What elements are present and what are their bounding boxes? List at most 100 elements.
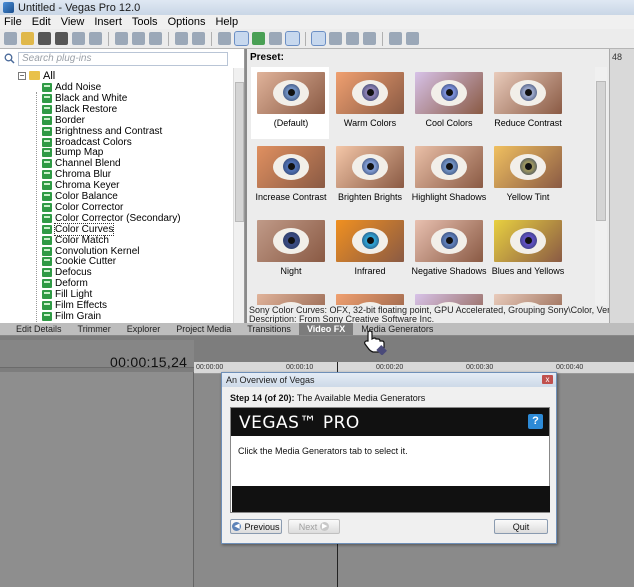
video-fx-icon bbox=[42, 115, 52, 125]
plugin-item[interactable]: Brightness and Contrast bbox=[42, 126, 162, 137]
plugin-item[interactable]: Color Balance bbox=[42, 191, 118, 202]
next-button[interactable]: Next ▶ bbox=[288, 519, 340, 534]
track-list[interactable] bbox=[0, 372, 194, 587]
save-as-icon[interactable] bbox=[55, 32, 68, 45]
help-icon[interactable]: ? bbox=[528, 414, 543, 429]
preset-tile[interactable]: Reduce Contrast bbox=[488, 67, 566, 139]
plugin-item[interactable]: Convolution Kernel bbox=[42, 246, 140, 257]
previous-button-label: Previous bbox=[244, 521, 280, 532]
preset-tile[interactable] bbox=[251, 289, 329, 305]
iris-image bbox=[441, 84, 458, 101]
preset-tile[interactable]: Cool Colors bbox=[409, 67, 487, 139]
plugin-item[interactable]: Color Corrector bbox=[42, 202, 123, 213]
scrollbar-thumb[interactable] bbox=[235, 82, 244, 222]
plugin-item[interactable]: Cookie Cutter bbox=[42, 256, 116, 267]
preset-tile[interactable]: Infrared bbox=[330, 215, 408, 287]
new-project-icon[interactable] bbox=[4, 32, 17, 45]
menu-edit[interactable]: Edit bbox=[32, 16, 51, 28]
plugin-item[interactable]: Bump Map bbox=[42, 147, 103, 158]
preset-scrollbar[interactable] bbox=[595, 67, 607, 305]
whats-this-help-icon[interactable] bbox=[406, 32, 419, 45]
tab-explorer[interactable]: Explorer bbox=[119, 323, 169, 335]
preset-grid: (Default) Warm Colors Cool Colors Reduce Co… bbox=[247, 67, 595, 305]
undo-icon[interactable] bbox=[175, 32, 188, 45]
paste-icon[interactable] bbox=[149, 32, 162, 45]
preset-tile[interactable]: Highlight Shadows bbox=[409, 141, 487, 213]
envelope-tool-icon[interactable] bbox=[329, 32, 342, 45]
video-fx-icon bbox=[42, 224, 52, 234]
title-bar: Untitled - Vegas Pro 12.0 bbox=[0, 0, 634, 15]
menu-tools[interactable]: Tools bbox=[132, 16, 158, 28]
auto-crossfade-icon[interactable] bbox=[285, 31, 300, 46]
plugin-item[interactable]: Chroma Keyer bbox=[42, 180, 119, 191]
collapse-toggle-icon[interactable]: − bbox=[18, 71, 26, 80]
scrollbar-thumb[interactable] bbox=[596, 81, 606, 221]
plugin-item[interactable]: Broadcast Colors bbox=[42, 137, 132, 148]
menu-insert[interactable]: Insert bbox=[94, 16, 122, 28]
vegas-pro-logo: VEGAS™ PRO bbox=[239, 413, 360, 433]
close-icon[interactable]: x bbox=[542, 375, 553, 384]
ignore-grouping-icon[interactable] bbox=[269, 32, 282, 45]
preset-tile[interactable]: Increase Contrast bbox=[251, 141, 329, 213]
copy-icon[interactable] bbox=[132, 32, 145, 45]
tab-trimmer[interactable]: Trimmer bbox=[70, 323, 119, 335]
properties-icon[interactable] bbox=[89, 32, 102, 45]
events-fx-icon[interactable] bbox=[389, 32, 402, 45]
plugin-item[interactable]: Chroma Blur bbox=[42, 169, 111, 180]
plugin-item[interactable]: Color Curves bbox=[42, 222, 115, 236]
plugin-item[interactable]: Deform bbox=[42, 278, 88, 289]
preset-tile[interactable]: Warm Colors bbox=[330, 67, 408, 139]
back-arrow-icon: ◀ bbox=[232, 522, 242, 531]
tree-root-all[interactable]: − All bbox=[18, 70, 55, 82]
redo-icon[interactable] bbox=[192, 32, 205, 45]
preset-label: Yellow Tint bbox=[506, 192, 550, 202]
plugin-item[interactable]: Film Grain bbox=[42, 311, 101, 322]
menu-options[interactable]: Options bbox=[168, 16, 206, 28]
menu-help[interactable]: Help bbox=[215, 16, 238, 28]
plugin-tree-scrollbar[interactable] bbox=[233, 68, 244, 323]
quit-button[interactable]: Quit bbox=[494, 519, 548, 534]
tab-transitions[interactable]: Transitions bbox=[239, 323, 299, 335]
preset-tile[interactable] bbox=[488, 289, 566, 305]
preset-tile[interactable] bbox=[330, 289, 408, 305]
plugin-item[interactable]: Defocus bbox=[42, 267, 92, 278]
tab-project-media[interactable]: Project Media bbox=[168, 323, 239, 335]
menu-view[interactable]: View bbox=[61, 16, 85, 28]
toolbar-divider bbox=[168, 31, 169, 46]
cut-icon[interactable] bbox=[115, 32, 128, 45]
preset-tile[interactable]: Brighten Brights bbox=[330, 141, 408, 213]
auto-ripple-icon[interactable] bbox=[234, 31, 249, 46]
open-icon[interactable] bbox=[21, 32, 34, 45]
tab-edit-details[interactable]: Edit Details bbox=[8, 323, 70, 335]
plugin-item[interactable]: Fill Light bbox=[42, 289, 92, 300]
menu-file[interactable]: File bbox=[4, 16, 22, 28]
preset-tile[interactable]: Yellow Tint bbox=[488, 141, 566, 213]
previous-button[interactable]: ◀ Previous bbox=[230, 519, 282, 534]
tab-video-fx[interactable]: Video FX bbox=[298, 323, 354, 335]
ruler-mark: 00:00:30 bbox=[466, 364, 494, 371]
plugin-item[interactable]: Film Effects bbox=[42, 300, 107, 311]
normal-edit-tool-icon[interactable] bbox=[311, 31, 326, 46]
preset-tile[interactable]: Night bbox=[251, 215, 329, 287]
plugin-item[interactable]: Black and White bbox=[42, 93, 127, 104]
plugin-item[interactable]: Channel Blend bbox=[42, 158, 121, 169]
preset-tile[interactable]: Negative Shadows bbox=[409, 215, 487, 287]
preset-tile[interactable]: Blues and Yellows bbox=[488, 215, 566, 287]
save-icon[interactable] bbox=[38, 32, 51, 45]
zoom-tool-icon[interactable] bbox=[363, 32, 376, 45]
plugin-item[interactable]: Border bbox=[42, 115, 85, 126]
selection-tool-icon[interactable] bbox=[346, 32, 359, 45]
plugin-item[interactable]: Black Restore bbox=[42, 104, 117, 115]
preset-tile[interactable]: (Default) bbox=[251, 67, 329, 139]
iris-image bbox=[520, 158, 537, 175]
plugin-search-input[interactable]: Search plug-ins bbox=[18, 51, 228, 66]
plugin-item[interactable]: Color Match bbox=[42, 235, 109, 246]
lock-envelopes-icon[interactable] bbox=[252, 32, 265, 45]
tree-guide-line bbox=[36, 92, 37, 323]
plugin-item[interactable]: Add Noise bbox=[42, 82, 101, 93]
snapping-icon[interactable] bbox=[218, 32, 231, 45]
preset-tile[interactable] bbox=[409, 289, 487, 305]
plugin-item-label: Color Curves bbox=[53, 222, 115, 236]
plugin-item[interactable]: Color Corrector (Secondary) bbox=[42, 213, 181, 224]
render-icon[interactable] bbox=[72, 32, 85, 45]
